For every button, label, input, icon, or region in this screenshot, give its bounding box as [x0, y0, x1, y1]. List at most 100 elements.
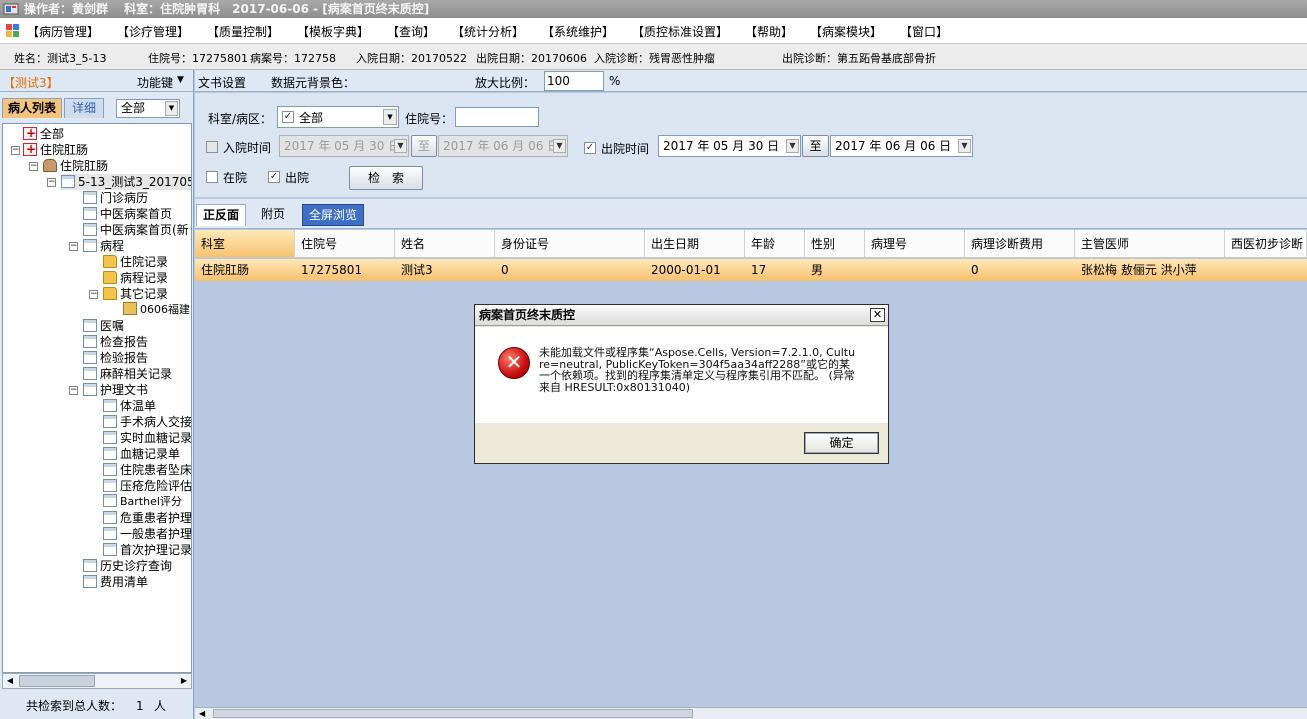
grid-header-dept[interactable]: 科室: [195, 230, 295, 258]
collapse-icon[interactable]: −: [47, 178, 56, 187]
tree-node-lab-report[interactable]: 检验报告: [83, 350, 148, 366]
discharge-from-picker[interactable]: 2017 年 05 月 30 日 ▼: [658, 135, 801, 157]
chevron-down-icon[interactable]: ▼: [394, 139, 407, 153]
tree-node-course[interactable]: 病程: [83, 238, 124, 254]
discharged-checkbox[interactable]: ✓: [268, 171, 280, 183]
tree-node-course-record[interactable]: 病程记录: [103, 270, 168, 286]
discharge-to-picker[interactable]: 2017 年 06 月 06 日 ▼: [830, 135, 973, 157]
function-key-button[interactable]: 功能键: [137, 74, 173, 91]
tree-node-anesthesia[interactable]: 麻醉相关记录: [83, 366, 172, 382]
cell-age[interactable]: 17: [745, 259, 805, 281]
menu-diagnosis-management[interactable]: 【诊疗管理】: [117, 23, 189, 40]
grid-header-pathology-no[interactable]: 病理号: [865, 230, 965, 258]
tree-node-temperature[interactable]: 体温单: [103, 398, 156, 414]
tree-node-tcm-front[interactable]: 中医病案首页: [83, 206, 172, 222]
dept-select[interactable]: ✓ 全部 ▼: [277, 106, 399, 128]
chevron-down-icon[interactable]: ▼: [958, 139, 971, 153]
grid-header-birth-date[interactable]: 出生日期: [645, 230, 745, 258]
tree-node-general-care[interactable]: 一般患者护理: [103, 526, 191, 542]
cell-birth-date[interactable]: 2000-01-01: [645, 259, 745, 281]
cell-name[interactable]: 测试3: [395, 259, 495, 281]
tree-node-fujian-record[interactable]: 0606福建: [123, 302, 190, 318]
grid-header-age[interactable]: 年龄: [745, 230, 805, 258]
menu-window[interactable]: 【窗口】: [900, 23, 948, 40]
tab-front-back[interactable]: 正反面: [196, 204, 247, 226]
scroll-thumb[interactable]: [213, 709, 693, 718]
chevron-down-icon[interactable]: ▼: [165, 101, 178, 116]
collapse-icon[interactable]: −: [69, 386, 78, 395]
grid-header-attending[interactable]: 主管医师: [1075, 230, 1225, 258]
tree-node-exam-report[interactable]: 检查报告: [83, 334, 148, 350]
scroll-left-icon[interactable]: ◀: [199, 708, 205, 719]
chevron-down-icon[interactable]: ▼: [786, 139, 799, 153]
tree-node-fall-risk[interactable]: 住院患者坠床: [103, 462, 191, 478]
menu-help[interactable]: 【帮助】: [745, 23, 793, 40]
search-button[interactable]: 检 索: [349, 166, 423, 190]
dept-checkbox[interactable]: ✓: [282, 111, 294, 123]
tree-node-ward[interactable]: 住院肛肠: [43, 158, 108, 174]
scroll-right-icon[interactable]: ▶: [178, 675, 190, 687]
menu-statistics[interactable]: 【统计分析】: [452, 23, 524, 40]
ok-button[interactable]: 确定: [804, 432, 879, 454]
menu-query[interactable]: 【查询】: [387, 23, 435, 40]
menu-qc-standards[interactable]: 【质控标准设置】: [632, 23, 728, 40]
grid-header-pathology-fee[interactable]: 病理诊断费用: [965, 230, 1075, 258]
zoom-input[interactable]: 100: [544, 71, 604, 91]
tree-node-pressure-ulcer[interactable]: 压疮危险评估: [103, 478, 191, 494]
menu-system-maintenance[interactable]: 【系统维护】: [542, 23, 614, 40]
collapse-icon[interactable]: −: [29, 162, 38, 171]
grid-header-id-card[interactable]: 身份证号: [495, 230, 645, 258]
menu-quality-control[interactable]: 【质量控制】: [207, 23, 279, 40]
tab-attached-page[interactable]: 附页: [255, 204, 291, 226]
tree-node-admission-record[interactable]: 住院记录: [103, 254, 168, 270]
cell-inpatient-no[interactable]: 17275801: [295, 259, 395, 281]
inpatient-no-input[interactable]: [455, 107, 539, 127]
scroll-thumb[interactable]: [19, 675, 95, 687]
scroll-left-icon[interactable]: ◀: [4, 675, 16, 687]
tree-node-tcm-front-new[interactable]: 中医病案首页(新: [83, 222, 189, 238]
cell-pathology-no[interactable]: [865, 259, 965, 281]
tree-node-realtime-glucose[interactable]: 实时血糖记录: [103, 430, 191, 446]
grid-horizontal-scrollbar[interactable]: ◀: [195, 707, 1307, 719]
collapse-icon[interactable]: −: [89, 290, 98, 299]
filter-select[interactable]: 全部 ▼: [116, 99, 180, 118]
grid-header-gender[interactable]: 性别: [805, 230, 865, 258]
tree-node-critical-care[interactable]: 危重患者护理: [103, 510, 191, 526]
admit-time-checkbox[interactable]: [206, 141, 218, 153]
collapse-icon[interactable]: −: [11, 146, 20, 155]
tree-node-history[interactable]: 历史诊疗查询: [83, 558, 172, 574]
tree-node-outpatient[interactable]: 门诊病历: [83, 190, 148, 206]
grid-header-name[interactable]: 姓名: [395, 230, 495, 258]
tree-node-surgery-handover[interactable]: 手术病人交接: [103, 414, 191, 430]
cell-pathology-fee[interactable]: 0: [965, 259, 1075, 281]
in-hospital-checkbox[interactable]: [206, 171, 218, 183]
tree-node-dept[interactable]: 住院肛肠: [23, 141, 88, 158]
cell-id-card[interactable]: 0: [495, 259, 645, 281]
chevron-down-icon[interactable]: ▼: [383, 109, 397, 125]
tree-node-nursing[interactable]: 护理文书: [83, 382, 148, 398]
discharge-time-checkbox[interactable]: ✓: [584, 142, 596, 154]
grid-header-inpatient-no[interactable]: 住院号: [295, 230, 395, 258]
admit-to-picker[interactable]: 2017 年 06 月 06 日 ▼: [438, 135, 568, 157]
menu-app-icon[interactable]: [6, 24, 20, 37]
cell-dept[interactable]: 住院肛肠: [195, 259, 295, 281]
chevron-down-icon[interactable]: ▼: [177, 75, 184, 85]
tree-node-orders[interactable]: 医嘱: [83, 318, 124, 334]
cell-western-diag[interactable]: [1225, 259, 1307, 281]
chevron-down-icon[interactable]: ▼: [553, 139, 566, 153]
tab-patient-list[interactable]: 病人列表: [2, 98, 62, 118]
close-icon[interactable]: ✕: [870, 308, 885, 322]
doc-settings-button[interactable]: 文书设置: [198, 74, 246, 91]
tree-node-glucose-sheet[interactable]: 血糖记录单: [103, 446, 180, 462]
tab-detail[interactable]: 详细: [64, 98, 104, 118]
tree-node-fee-list[interactable]: 费用清单: [83, 574, 148, 590]
tree-horizontal-scrollbar[interactable]: ◀ ▶: [2, 673, 192, 689]
collapse-icon[interactable]: −: [69, 242, 78, 251]
grid-header-western-diag[interactable]: 西医初步诊断: [1225, 230, 1307, 258]
tree-node-patient[interactable]: 5-13_测试3_2017052: [61, 174, 191, 190]
menu-medical-record-module[interactable]: 【病案模块】: [810, 23, 882, 40]
bg-color-swatch[interactable]: [369, 73, 429, 89]
menu-medical-records[interactable]: 【病历管理】: [27, 23, 99, 40]
tree-node-all[interactable]: 全部: [23, 125, 64, 142]
admit-from-picker[interactable]: 2017 年 05 月 30 日 ▼: [279, 135, 409, 157]
